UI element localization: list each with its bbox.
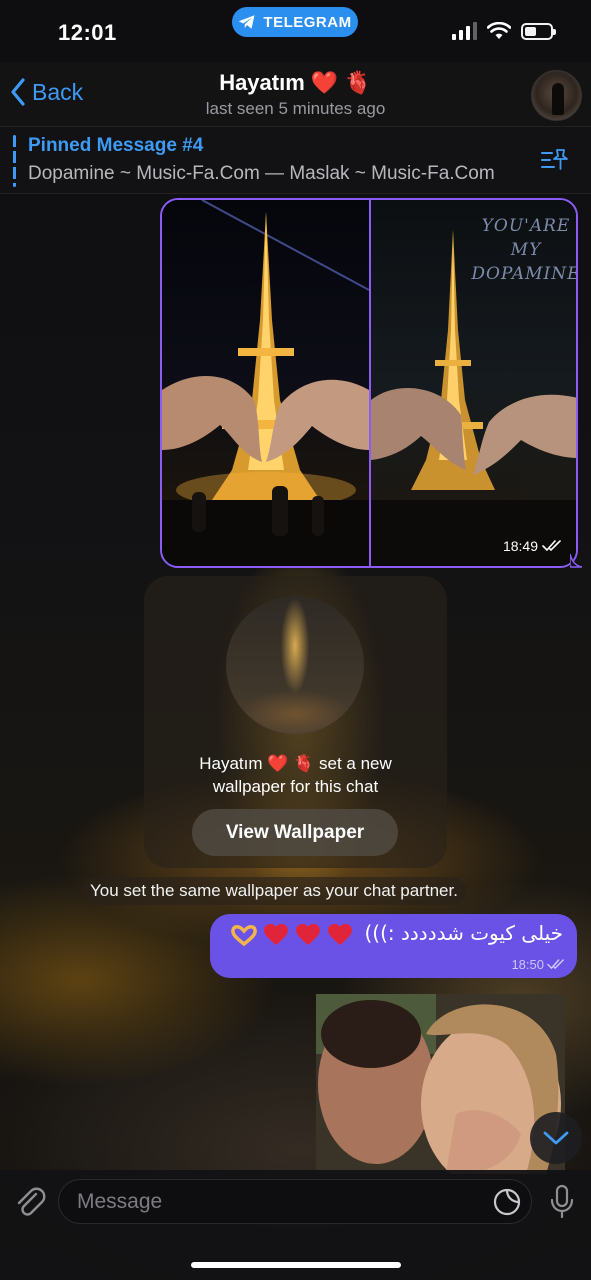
wallpaper-service-card: Hayatım ❤️ 🫀 set a new wallpaper for thi… xyxy=(144,576,447,868)
message-input[interactable] xyxy=(58,1179,532,1224)
status-icons xyxy=(452,22,556,40)
outgoing-message-bubble[interactable]: خیلی کیوت شددددد :))) 18:50 xyxy=(210,914,577,978)
telegram-app-pill[interactable]: TELEGRAM xyxy=(232,7,358,37)
pinned-indicator xyxy=(13,135,16,187)
signal-icon xyxy=(452,22,477,40)
bubble-tail xyxy=(570,554,582,568)
telegram-plane-icon xyxy=(239,15,255,29)
wallpaper-service-text: Hayatım ❤️ 🫀 set a new wallpaper for thi… xyxy=(199,754,392,796)
telegram-pill-label: TELEGRAM xyxy=(263,13,352,31)
album-timestamp: 18:49 xyxy=(503,538,562,554)
status-time: 12:01 xyxy=(58,20,117,45)
chevron-down-icon xyxy=(543,1131,569,1145)
paperclip-icon[interactable] xyxy=(12,1184,48,1220)
message-text: خیلی کیوت شددددد :))) xyxy=(364,921,563,945)
chat-header: Back Hayatım ❤️ 🫀 last seen 5 minutes ag… xyxy=(0,62,591,126)
heart-icon xyxy=(328,924,352,945)
message-input-bar xyxy=(0,1170,591,1280)
heart-icon xyxy=(264,924,288,945)
pinned-message-bar[interactable]: Pinned Message #4 Dopamine ~ Music-Fa.Co… xyxy=(0,126,591,194)
last-seen-status: last seen 5 minutes ago xyxy=(205,99,386,118)
avatar[interactable] xyxy=(531,70,582,121)
photo-album-message[interactable]: YOU'ARE MY DOPAMINE 18:49 xyxy=(160,198,578,568)
wallpaper-preview[interactable] xyxy=(226,596,364,734)
battery-icon xyxy=(521,22,556,40)
message-emojis xyxy=(230,923,354,947)
album-overlay-text: YOU'ARE MY DOPAMINE xyxy=(471,216,578,284)
chat-title[interactable]: Hayatım ❤️ 🫀 xyxy=(0,70,591,96)
double-check-icon xyxy=(547,959,564,970)
pinned-text: Dopamine ~ Music-Fa.Com — Maslak ~ Music… xyxy=(28,163,495,184)
scroll-to-bottom-button[interactable] xyxy=(530,1112,582,1164)
message-timestamp: 18:50 xyxy=(511,957,565,972)
sticker-icon[interactable] xyxy=(492,1187,522,1217)
album-photo-1[interactable] xyxy=(162,200,369,566)
media-message[interactable] xyxy=(316,994,565,1174)
pinned-title: Pinned Message #4 xyxy=(28,135,204,156)
double-check-icon xyxy=(542,540,561,552)
microphone-icon[interactable] xyxy=(548,1184,576,1220)
service-message: You set the same wallpaper as your chat … xyxy=(82,877,466,905)
pinned-list-icon[interactable] xyxy=(540,147,570,173)
home-indicator xyxy=(191,1262,401,1268)
album-photo-2[interactable]: YOU'ARE MY DOPAMINE xyxy=(371,200,578,566)
status-bar: 12:01 TELEGRAM xyxy=(0,0,591,62)
heart-icon xyxy=(296,924,320,945)
heart-hands-icon xyxy=(231,925,257,947)
view-wallpaper-button[interactable]: View Wallpaper xyxy=(192,809,398,856)
wifi-icon xyxy=(487,22,511,39)
